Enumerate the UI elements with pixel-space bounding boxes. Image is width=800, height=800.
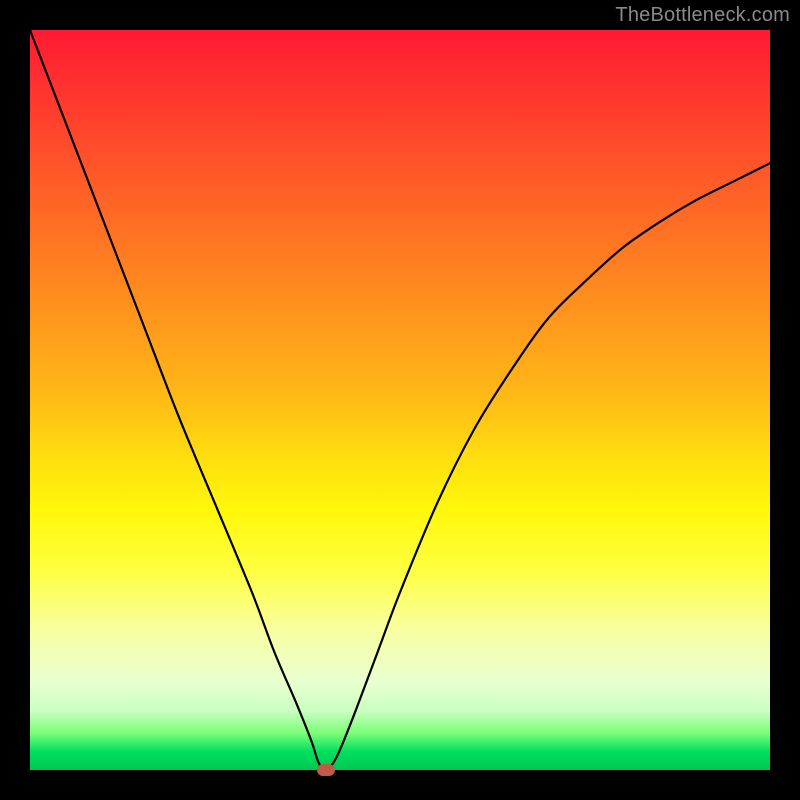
curve-svg — [30, 30, 770, 770]
optimal-marker — [317, 764, 335, 776]
bottleneck-curve — [30, 30, 770, 770]
plot-area — [30, 30, 770, 770]
chart-frame: TheBottleneck.com — [0, 0, 800, 800]
watermark-text: TheBottleneck.com — [615, 4, 790, 27]
